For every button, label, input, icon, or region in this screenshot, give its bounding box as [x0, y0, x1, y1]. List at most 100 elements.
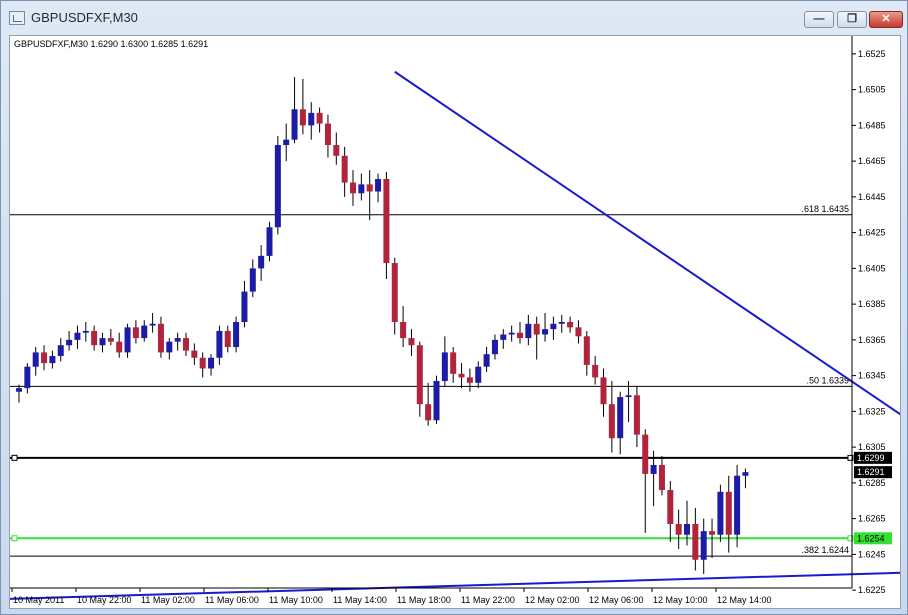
candle-body — [466, 377, 473, 383]
price-tick-label: 1.6265 — [858, 514, 886, 524]
candle-body — [600, 377, 607, 405]
candle-body — [191, 350, 198, 358]
price-tick-label: 1.6285 — [858, 478, 886, 488]
price-tick-label: 1.6245 — [858, 549, 886, 559]
candle-body — [99, 338, 106, 346]
candle-body — [32, 352, 39, 367]
candle-body — [324, 123, 331, 146]
chart-window-icon[interactable] — [9, 11, 25, 25]
fibo-level-label: .50 1.6339 — [806, 375, 849, 385]
candle-body — [700, 531, 707, 560]
candle-body — [575, 327, 582, 337]
candle-body — [233, 322, 240, 348]
candle-body — [66, 339, 73, 346]
candle-body — [216, 330, 223, 358]
candle-body — [91, 330, 98, 346]
candle-body — [249, 268, 256, 292]
candle-body — [684, 523, 690, 535]
price-tick-label: 1.6385 — [858, 299, 886, 309]
candle-body — [358, 184, 365, 194]
candle-body — [433, 380, 440, 421]
candle-body — [149, 323, 156, 326]
candle-body — [500, 334, 507, 340]
price-tick-label: 1.6225 — [858, 585, 886, 595]
title-bar[interactable]: GBPUSDFXF,M30 — ❐ ✕ — [1, 1, 907, 35]
price-tick-label: 1.6345 — [858, 371, 886, 381]
candle-body — [116, 341, 123, 353]
candle-body — [458, 373, 465, 378]
candle-body — [725, 491, 732, 535]
candle-body — [391, 263, 398, 322]
price-tick-label: 1.6505 — [858, 85, 886, 95]
candle-body — [416, 345, 423, 405]
candle-body — [224, 330, 231, 348]
time-tick-label: 11 May 10:00 — [269, 595, 323, 605]
candle-body — [166, 341, 173, 353]
candle-body — [333, 145, 340, 156]
candle-body — [41, 352, 48, 364]
price-tick-label: 1.6525 — [858, 49, 886, 59]
price-tick-label: 1.6425 — [858, 228, 886, 238]
candlestick-chart[interactable]: .618 1.6435.50 1.6339.382 1.62441.62991.… — [2, 36, 908, 608]
candle-body — [642, 434, 649, 474]
minimize-button[interactable]: — — [804, 11, 834, 28]
candle-body — [425, 404, 432, 421]
candle-body — [533, 323, 540, 335]
level-handle[interactable] — [11, 535, 18, 542]
candle-body — [550, 323, 557, 330]
chart-window: GBPUSDFXF,M30 — ❐ ✕ .618 1.6435 .50 1.633… — [0, 0, 908, 615]
candle-body — [383, 179, 390, 264]
candle-body — [667, 490, 674, 524]
candle-body — [341, 155, 348, 183]
candle-body — [291, 109, 298, 140]
price-tick-label: 1.6305 — [858, 442, 886, 452]
candle-body — [141, 325, 148, 339]
trendline[interactable] — [394, 70, 908, 587]
candle-body — [441, 352, 448, 381]
candle-body — [266, 227, 273, 256]
candle-body — [375, 179, 382, 192]
restore-icon: ❐ — [847, 13, 857, 25]
time-tick-label: 12 May 14:00 — [717, 595, 772, 605]
window-title: GBPUSDFXF,M30 — [31, 10, 138, 25]
price-tick-label: 1.6365 — [858, 335, 886, 345]
bid-price-tag-label: 1.6291 — [857, 467, 885, 477]
maximize-button[interactable]: ❐ — [837, 11, 867, 28]
fibo-level-label: .618 1.6435 — [801, 204, 849, 214]
candle-body — [49, 355, 56, 364]
candle-body — [74, 332, 81, 340]
close-button[interactable]: ✕ — [869, 11, 903, 28]
candle-body — [174, 338, 181, 342]
time-tick-label: 12 May 02:00 — [525, 595, 580, 605]
price-tag-label: 1.6254 — [857, 533, 885, 543]
candle-body — [24, 366, 31, 389]
chart-area[interactable]: .618 1.6435.50 1.6339.382 1.6244 1.6299 1.… — [2, 35, 908, 609]
candle-body — [107, 338, 114, 342]
price-tick-label: 1.6445 — [858, 192, 886, 202]
candle-body — [183, 338, 189, 351]
candle-body — [675, 523, 682, 535]
candle-body — [308, 112, 315, 126]
price-tag-label: 1.6299 — [857, 453, 885, 463]
candle-body — [199, 357, 206, 369]
candle-body — [650, 465, 657, 474]
candle-body — [82, 330, 89, 333]
candle-body — [241, 291, 248, 322]
time-tick-label: 10 May 22:00 — [77, 595, 132, 605]
chart-header: GBPUSDFXF,M30 1.6290 1.6300 1.6285 1.629… — [14, 39, 208, 49]
candle-body — [450, 352, 457, 374]
candle-body — [608, 404, 615, 439]
candle-body — [734, 475, 741, 535]
level-handle[interactable] — [11, 454, 18, 461]
candle-body — [617, 397, 624, 439]
fibo-level-label: .382 1.6244 — [801, 545, 849, 555]
candle-body — [132, 327, 139, 339]
candle-body — [742, 472, 749, 476]
time-tick-label: 10 May 2011 — [13, 595, 64, 605]
candle-body — [625, 395, 632, 398]
candle-body — [408, 338, 415, 346]
close-icon: ✕ — [881, 13, 891, 25]
time-tick-label: 11 May 14:00 — [333, 595, 387, 605]
trendline[interactable] — [2, 565, 908, 601]
candle-body — [350, 182, 356, 194]
